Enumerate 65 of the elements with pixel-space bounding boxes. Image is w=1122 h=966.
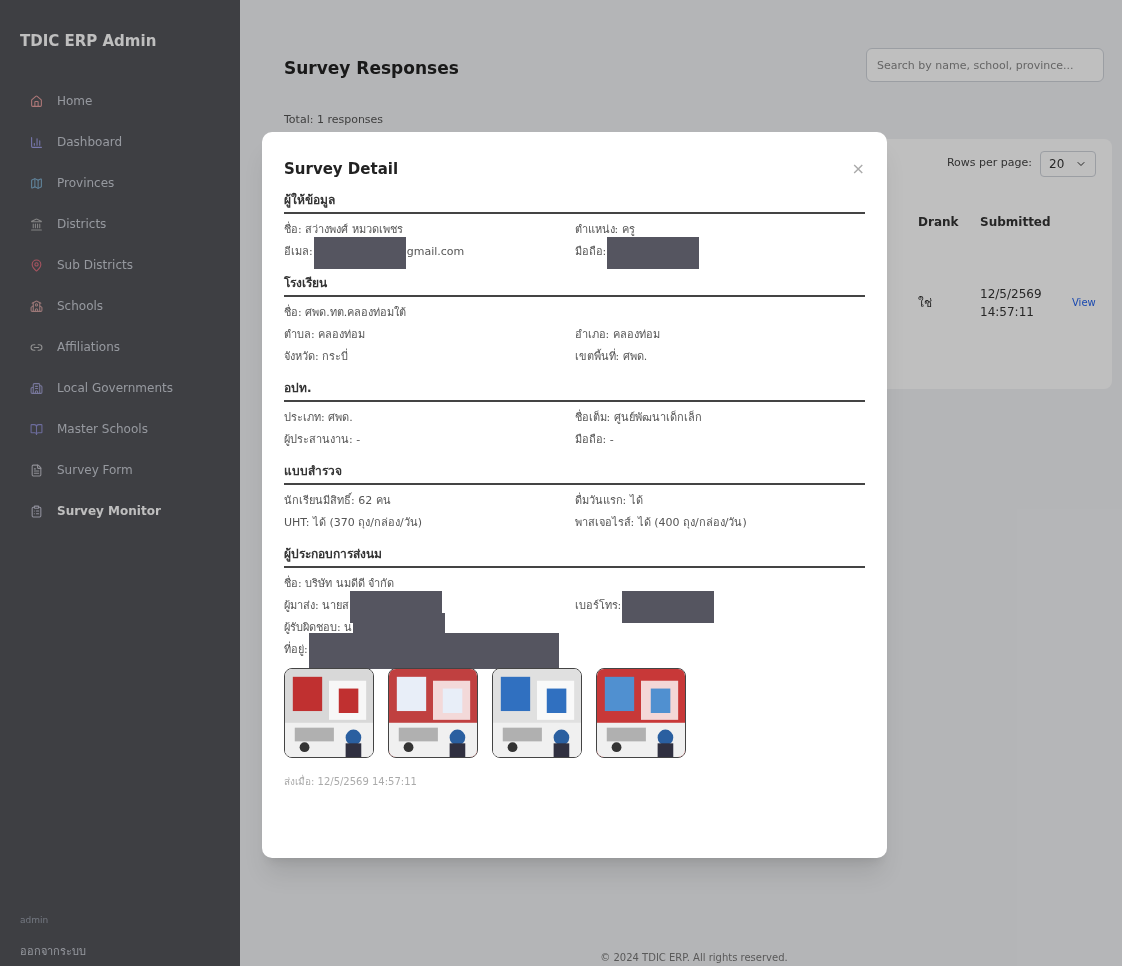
detail-text: พาสเจอไรส์: ได้ (400 ถุง/กล่อง/วัน) [574, 515, 747, 532]
sidebar-item[interactable]: Schools [20, 295, 220, 317]
column-header: Drank [918, 213, 960, 231]
sidebar-title: TDIC ERP Admin [20, 31, 158, 52]
detail-text: gmail.com [406, 244, 465, 261]
sidebar-item[interactable]: Provinces [20, 172, 220, 194]
detail-text: ตำบล: คลองท่อม [284, 327, 366, 344]
detail-text: นักเรียนมีสิทธิ์: 62 คน [284, 493, 391, 510]
nav-icon [30, 463, 43, 477]
column-header: Submitted [980, 213, 1052, 231]
detail-text: UHT: ได้ (370 ถุง/กล่อง/วัน) [284, 515, 423, 532]
rows-per-page-label: Rows per page: [946, 155, 1032, 172]
detail-text: ชื่อเต็ม: ศูนย์พัฒนาเด็กเล็ก [574, 410, 702, 427]
section-heading: แบบสำรวจ [284, 461, 865, 485]
detail-text: ตำแหน่ง: ครู [574, 222, 635, 239]
nav-icon [30, 504, 43, 518]
sidebar-item[interactable]: Affiliations [20, 336, 220, 358]
nav-icon [30, 94, 43, 108]
total-count: Total: 1 responses [284, 112, 385, 128]
sidebar-item[interactable]: Home [20, 90, 220, 112]
nav-icon [30, 135, 43, 149]
sidebar-item[interactable]: Local Governments [20, 377, 220, 399]
sidebar-item[interactable]: Survey Form [20, 459, 220, 481]
detail-text: ผู้รับผิดชอบ: น [284, 620, 353, 637]
detail-text: ผู้ประสานงาน: - [284, 432, 361, 449]
detail-text: เขตพื้นที่: ศพด. [574, 349, 648, 366]
rows-per-page-select[interactable]: 20 [1040, 150, 1096, 177]
detail-text: ชื่อ: สว่างพงศ์ หมวดเพชร [284, 222, 403, 239]
sidebar-item[interactable]: Master Schools [20, 418, 220, 440]
sidebar-item[interactable]: Survey Monitor [20, 500, 220, 522]
nav-icon [30, 381, 43, 395]
view-link[interactable]: View [1072, 295, 1100, 310]
detail-text: ผู้มาส่ง: นายส [284, 598, 350, 615]
page-footer: © 2024 TDIC ERP. All rights reserved. [284, 952, 1104, 964]
detail-text: ชื่อ: ศพด.ทต.คลองท่อมใต้ [284, 305, 407, 322]
nav-icon [30, 176, 43, 190]
user-name: admin [20, 914, 50, 927]
detail-text: มือถือ: [574, 244, 607, 261]
detail-text: อีเมล: [284, 244, 313, 261]
nav-icon [30, 217, 43, 231]
detail-text: เบอร์โทร: [574, 598, 622, 615]
section-heading: ผู้ให้ข้อมูล [284, 190, 865, 214]
detail-text: ประเภท: ศพด. [284, 410, 353, 427]
table-cell-text: 12/5/2569 14:57:11 [980, 285, 1043, 321]
search-field[interactable]: Search by name, school, province... [866, 48, 1104, 82]
sidebar-item[interactable]: Dashboard [20, 131, 220, 153]
detail-text: อำเภอ: คลองท่อม [574, 327, 660, 344]
detail-text: ที่อยู่: [284, 642, 308, 659]
detail-text: ดื่มวันแรก: ได้ [574, 493, 643, 510]
submitted-time: ส่งเมื่อ: 12/5/2569 14:57:11 [284, 773, 418, 789]
page-title: Survey Responses [284, 57, 459, 80]
sidebar-item[interactable]: Districts [20, 213, 220, 235]
detail-text: มือถือ: - [574, 432, 614, 449]
logout-link[interactable]: ออกจากระบบ [20, 943, 220, 960]
detail-text: ชื่อ: บริษัท นมดีดี จำกัด [284, 576, 395, 593]
section-heading: อปท. [284, 378, 865, 402]
section-heading: โรงเรียน [284, 273, 865, 297]
section-heading: ผู้ประกอบการส่งนม [284, 544, 865, 568]
detail-text: จังหวัด: กระบี่ [284, 349, 349, 366]
nav-icon [30, 422, 43, 436]
dialog-title: Survey Detail [284, 159, 399, 180]
nav-icon [30, 258, 43, 272]
nav-icon [30, 299, 43, 313]
sidebar-item[interactable]: Sub Districts [20, 254, 220, 276]
close-button[interactable]: × [851, 161, 865, 178]
